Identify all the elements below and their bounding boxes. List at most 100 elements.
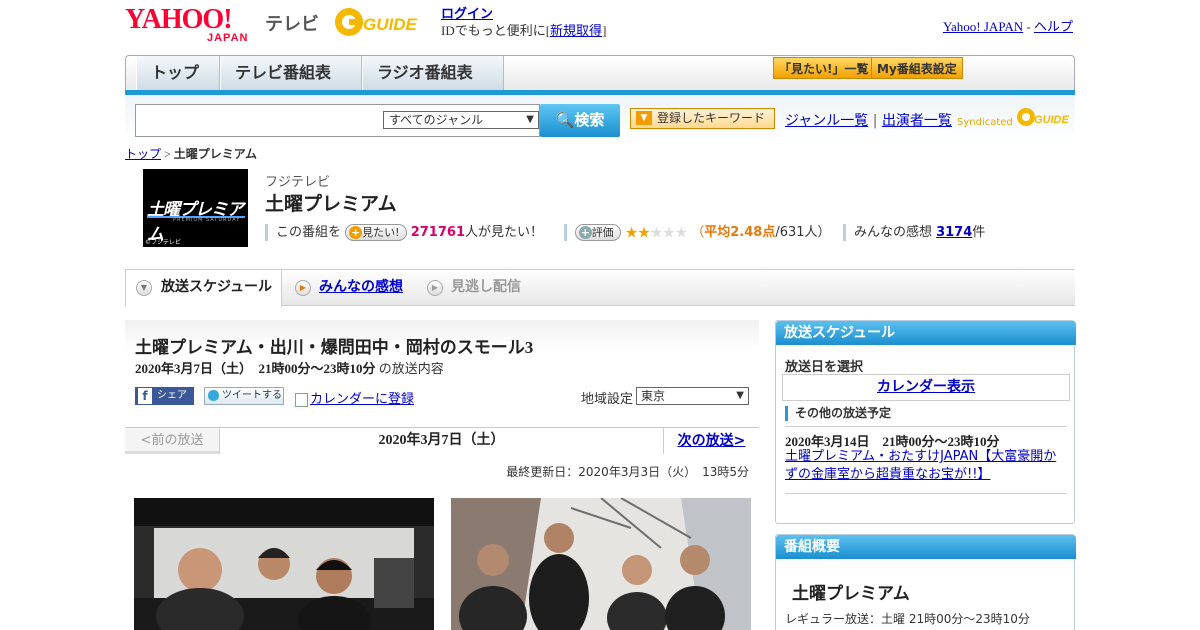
station-name: フジテレビ (265, 175, 331, 190)
program-stats: この番組を + 見たい! 271761人が見たい！ + 評価 ★★★★★ （平均2.… (265, 221, 985, 242)
avg-prefix: （ (691, 225, 705, 240)
overview-box-header: 番組概要 (776, 535, 1076, 559)
rating-stars: ★★★★★ (624, 223, 688, 242)
registered-keyword-button[interactable]: ▼ 登録したキーワード (630, 108, 775, 129)
this-program-label: この番組を (276, 225, 342, 240)
rate-button[interactable]: + 評価 (574, 224, 621, 241)
tab-reviews-label: みんなの感想 (319, 279, 403, 295)
reviews-count-link[interactable]: 3174 (936, 225, 972, 240)
divider (785, 426, 1067, 427)
next-broadcast[interactable]: 次の放送> (663, 428, 759, 454)
svg-text:GUIDE: GUIDE (363, 15, 418, 34)
registered-keyword-label: 登録したキーワード (657, 111, 766, 125)
search-bar: すべてのジャンル ▼ 🔍検索 ▼ 登録したキーワード ジャンル一覧 | 出演者一… (125, 95, 1075, 140)
register-link[interactable]: 新規取得 (550, 23, 602, 38)
divider (785, 493, 1067, 494)
avg-value: 2.48点 (730, 225, 776, 240)
tab-vod-label: 見逃し配信 (451, 279, 521, 295)
link-divider: | (872, 113, 878, 129)
current-broadcast-date: 2020年3月7日（土） (220, 428, 663, 454)
thumb-copyright: ©フジテレビ (145, 239, 182, 246)
gguide-mini-logo: GUIDE (1016, 108, 1070, 126)
calendar-register[interactable]: カレンダーに登録 (295, 388, 414, 407)
calendar-register-link: カレンダーに登録 (310, 392, 415, 407)
plus-icon: + (349, 226, 363, 239)
logo-sub: JAPAN (207, 32, 249, 44)
mitai-suffix: 人が見たい！ (465, 225, 544, 240)
my-guide-settings-button[interactable]: My番組表設定 (871, 57, 963, 79)
next-broadcast-link: 次の放送> (677, 433, 746, 449)
search-icon: 🔍 (555, 111, 575, 129)
login-link[interactable]: ログイン (441, 6, 493, 21)
facebook-share-button[interactable]: f シェア (135, 387, 194, 405)
help-link[interactable]: ヘルプ (1034, 19, 1073, 34)
gguide-logo: GUIDE (335, 8, 418, 36)
yahoo-japan-logo[interactable]: YAHOO! JAPAN テレビ (125, 4, 325, 45)
breadcrumb: トップ > 土曜プレミアム (125, 145, 257, 162)
main-nav: トップ テレビ番組表 ラジオ番組表 「見たい!」一覧 My番組表設定 (125, 55, 1075, 95)
stat-divider (265, 224, 268, 241)
nav-tab-tv-guide[interactable]: テレビ番組表 (220, 56, 362, 90)
genre-select[interactable]: すべてのジャンル ▼ (383, 111, 539, 129)
episode-photo-1[interactable] (134, 498, 434, 630)
region-select[interactable]: 東京 ▼ (636, 387, 749, 405)
calendar-view-link: カレンダー表示 (877, 379, 975, 395)
chevron-down-icon: ▼ (136, 280, 152, 296)
tab-vod[interactable]: ▶ 見逃し配信 (427, 270, 521, 306)
yahoo-japan-link[interactable]: Yahoo! JAPAN (943, 19, 1023, 34)
login-prefix: IDでもっと便利に[ (441, 23, 551, 38)
search-links: ジャンル一覧 | 出演者一覧 (785, 110, 952, 130)
mitai-button[interactable]: + 見たい! (345, 224, 407, 241)
header-sep: - (1026, 19, 1031, 34)
mitai-list-button[interactable]: 「見たい!」一覧 (773, 57, 875, 79)
rate-button-label: 評価 (591, 226, 614, 239)
other-schedule-link: 土曜プレミアム・おたすけJAPAN【大富豪開かずの金庫室から超貴重なお宝が!!】 (785, 449, 1057, 482)
logo-text: YAHOO! (125, 4, 233, 35)
schedule-box: 放送スケジュール 放送日を選択 カレンダー表示 その他の放送予定 2020年3月… (775, 320, 1076, 524)
facebook-icon: f (138, 388, 152, 404)
breadcrumb-current: 土曜プレミアム (173, 147, 257, 161)
region-label: 地域設定 (581, 392, 634, 407)
select-date-label: 放送日を選択 (785, 360, 864, 375)
tab-schedule[interactable]: ▼ 放送スケジュール (125, 270, 282, 307)
breadcrumb-sep: > (164, 147, 171, 161)
prev-broadcast: <前の放送 (125, 428, 220, 454)
header-links: Yahoo! JAPAN - ヘルプ (943, 16, 1073, 35)
nav-tab-top[interactable]: トップ (136, 56, 220, 90)
reviews-label: みんなの感想 (853, 225, 932, 240)
episode-date: 2020年3月7日（土） 21時00分～23時10分 (135, 361, 376, 376)
average-rating: （平均2.48点 (691, 225, 775, 240)
syndicated-badge: Syndicated GUIDE (957, 106, 1074, 128)
tweet-button[interactable]: ツイートする (204, 387, 284, 405)
tab-schedule-label: 放送スケジュール (161, 279, 273, 295)
mitai-button-label: 見たい! (362, 226, 400, 239)
play-icon: ▶ (427, 280, 443, 296)
calendar-icon (295, 392, 308, 407)
search-button[interactable]: 🔍検索 (540, 104, 620, 137)
region-select-value: 東京 (641, 389, 666, 403)
thumb-sub: PREMIUM SATURDAY (173, 217, 241, 223)
search-button-label: 検索 (574, 111, 605, 129)
episode-date-suffix: の放送内容 (378, 361, 444, 376)
play-icon: ▶ (295, 280, 311, 296)
avg-label: 平均 (704, 225, 731, 240)
svg-text:GUIDE: GUIDE (1034, 114, 1070, 126)
episode-title: 土曜プレミアム・出川・爆問田中・岡村のスモール3 (135, 338, 534, 357)
schedule-box-header: 放送スケジュール (776, 321, 1076, 345)
genre-select-value: すべてのジャンル (389, 113, 484, 127)
genre-list-link[interactable]: ジャンル一覧 (785, 113, 868, 129)
performer-list-link[interactable]: 出演者一覧 (882, 113, 952, 129)
syndicated-text: Syndicated (957, 117, 1013, 128)
other-schedule-program[interactable]: 土曜プレミアム・おたすけJAPAN【大富豪開かずの金庫室から超貴重なお宝が!!】 (785, 448, 1065, 484)
plus-icon: + (578, 226, 592, 239)
service-name: テレビ (265, 14, 319, 35)
episode-date-line: 2020年3月7日（土） 21時00分～23時10分 の放送内容 (135, 358, 444, 377)
tab-reviews[interactable]: ▶ みんなの感想 (295, 270, 403, 306)
breadcrumb-top[interactable]: トップ (125, 147, 161, 161)
episode-photo-2[interactable] (451, 498, 751, 630)
overview-box: 番組概要 土曜プレミアム レギュラー放送：土曜 21時00分～23時10分 (775, 534, 1076, 630)
calendar-view-button[interactable]: カレンダー表示 (782, 374, 1070, 401)
dropdown-arrow-icon: ▼ (736, 390, 744, 401)
program-tabs: ▼ 放送スケジュール ▶ みんなの感想 ▶ 見逃し配信 (125, 269, 1075, 307)
nav-tab-radio-guide[interactable]: ラジオ番組表 (362, 56, 504, 90)
